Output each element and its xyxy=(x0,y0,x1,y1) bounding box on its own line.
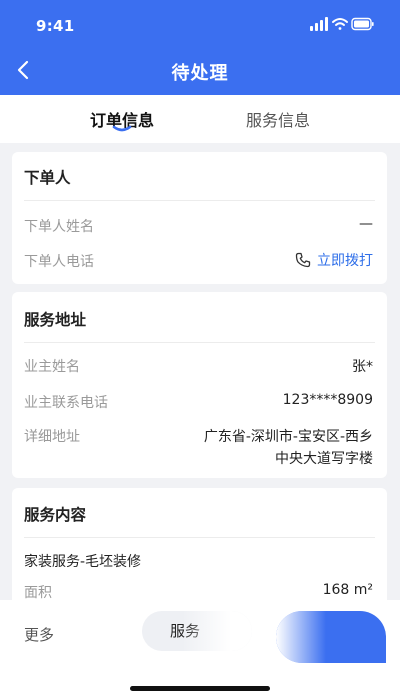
wifi-icon xyxy=(332,18,348,30)
owner-phone-label: 业主联系电话 xyxy=(24,395,108,411)
fade-overlay xyxy=(276,611,326,663)
service-address-card: 服务地址 业主姓名 张* 业主联系电话 123****8909 详细地址 广东省… xyxy=(12,292,387,478)
call-button[interactable]: 立即拨打 xyxy=(295,250,373,270)
home-indicator xyxy=(130,686,270,691)
owner-name-label: 业主姓名 xyxy=(24,359,80,375)
status-bar: 9:41 xyxy=(0,0,400,50)
divider xyxy=(24,537,375,538)
battery-icon xyxy=(351,17,374,31)
service-name: 家装服务-毛坯装修 xyxy=(24,554,142,570)
header: 9:41 待处理 xyxy=(0,0,400,95)
area-label: 面积 xyxy=(24,585,52,601)
call-label: 立即拨打 xyxy=(317,253,373,269)
more-button[interactable]: 更多 xyxy=(24,624,54,645)
tab-active-indicator xyxy=(112,125,132,132)
page-title: 待处理 xyxy=(171,63,229,84)
divider xyxy=(24,342,375,343)
orderer-card-title: 下单人 xyxy=(24,169,71,187)
orderer-name-value: — xyxy=(359,216,373,232)
orderer-name-label: 下单人姓名 xyxy=(24,219,94,235)
nav-bar: 待处理 xyxy=(0,50,400,92)
service-button[interactable]: 服务 xyxy=(142,611,252,651)
bottom-action-bar: 更多 服务 xyxy=(0,600,400,700)
signal-icon xyxy=(310,17,328,31)
orderer-phone-label: 下单人电话 xyxy=(24,254,94,270)
primary-action-button[interactable] xyxy=(276,611,386,663)
content-card-title: 服务内容 xyxy=(24,506,87,524)
owner-phone-value: 123****8909 xyxy=(282,392,373,408)
tab-service-info[interactable]: 服务信息 xyxy=(228,107,328,131)
tab-bar: 订单信息 服务信息 xyxy=(0,95,400,143)
detail-address-label: 详细地址 xyxy=(24,429,80,445)
detail-address-line1: 广东省-深圳市-宝安区-西乡 xyxy=(203,429,373,445)
status-icons xyxy=(310,17,374,31)
orderer-card: 下单人 下单人姓名 — 下单人电话 立即拨打 xyxy=(12,152,387,284)
status-time: 9:41 xyxy=(36,17,75,35)
address-card-title: 服务地址 xyxy=(24,311,87,329)
fade-overlay xyxy=(182,611,252,651)
owner-name-value: 张* xyxy=(352,359,373,375)
area-value: 168 m² xyxy=(322,582,373,598)
divider xyxy=(24,200,375,201)
phone-icon xyxy=(295,252,311,268)
detail-address-line2: 中央大道写字楼 xyxy=(275,451,373,467)
